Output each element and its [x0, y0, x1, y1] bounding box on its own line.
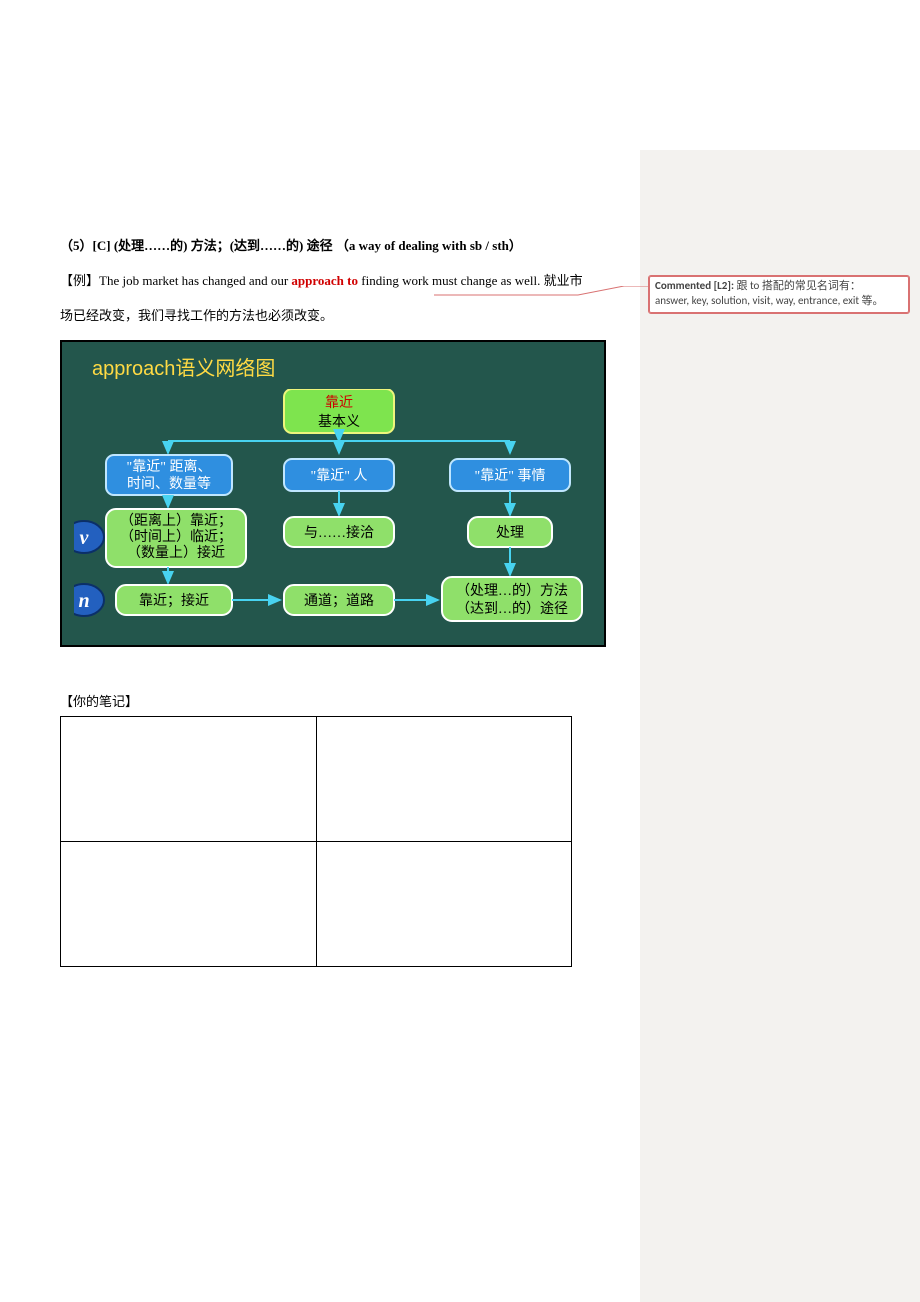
svg-text:（距离上）靠近；: （距离上）靠近；: [120, 512, 232, 529]
svg-text:通道；道路: 通道；道路: [304, 593, 374, 609]
notes-cell[interactable]: [316, 716, 572, 841]
commented-range: finding work must change as well.: [361, 273, 540, 288]
notes-label: 【你的笔记】: [60, 691, 640, 710]
svg-text:n: n: [78, 590, 89, 612]
notes-cell[interactable]: [316, 841, 572, 966]
svg-text:"靠近" 距离、: "靠近" 距离、: [127, 458, 212, 475]
svg-text:（时间上）临近；: （时间上）临近；: [120, 529, 232, 545]
svg-text:"靠近" 事情: "靠近" 事情: [475, 468, 546, 484]
comment-text-2: answer, key, solution, visit, way, entra…: [655, 294, 884, 307]
svg-text:（数量上）接近: （数量上）接近: [127, 544, 225, 561]
semantic-diagram: approach语义网络图 靠近 基本义 "靠近" 距离、 时间、数量等: [60, 340, 606, 647]
root-l1: 靠近: [325, 395, 353, 411]
diagram-title: approach语义网络图: [92, 352, 592, 381]
example-sentence: 【例】The job market has changed and our ap…: [60, 265, 640, 296]
notes-cell[interactable]: [61, 841, 317, 966]
kw-to: to: [344, 273, 361, 288]
root-l2: 基本义: [318, 413, 360, 430]
comment-text-1: 跟 to 搭配的常见名词有：: [734, 279, 861, 292]
svg-text:时间、数量等: 时间、数量等: [127, 475, 211, 492]
svg-text:与……接洽: 与……接洽: [304, 524, 374, 541]
svg-text:v: v: [80, 527, 90, 549]
example-cn-cont: 场已经改变，我们寻找工作的方法也必须改变。: [60, 300, 640, 331]
review-comment[interactable]: Commented [L2]: 跟 to 搭配的常见名词有： answer, k…: [648, 275, 910, 314]
comment-sidebar: [640, 150, 920, 1302]
svg-text:处理: 处理: [496, 525, 524, 541]
diagram-svg: 靠近 基本义 "靠近" 距离、 时间、数量等 "靠近" 人 "靠近" 事情 （距…: [74, 389, 594, 629]
svg-text:（达到…的）途径: （达到…的）途径: [456, 600, 568, 617]
pos-chip-v: [74, 521, 104, 553]
svg-text:靠近；接近: 靠近；接近: [139, 592, 209, 609]
notes-table: [60, 716, 572, 967]
definition-5: （5）[C] (处理……的) 方法；(达到……的) 途径 （a way of d…: [60, 230, 640, 261]
svg-text:（处理…的）方法: （处理…的）方法: [456, 583, 568, 599]
notes-cell[interactable]: [61, 716, 317, 841]
comment-header: Commented [L2]:: [655, 279, 734, 292]
document-body: （5）[C] (处理……的) 方法；(达到……的) 途径 （a way of d…: [60, 230, 640, 967]
svg-text:"靠近" 人: "靠近" 人: [311, 468, 368, 484]
kw-approach: approach: [291, 273, 344, 288]
